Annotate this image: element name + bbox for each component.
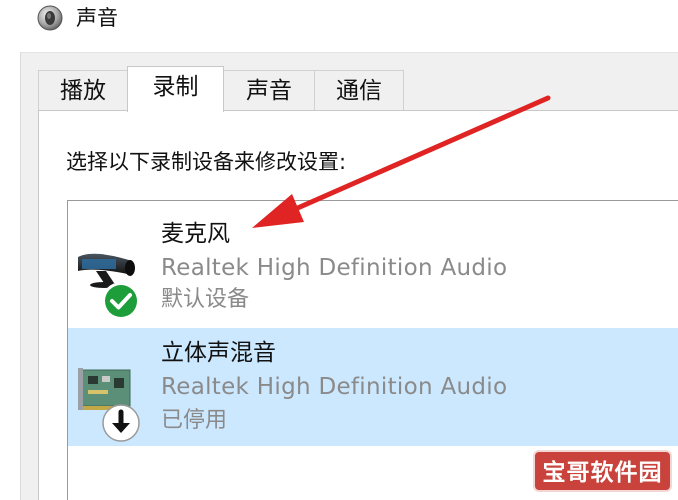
- device-status: 已停用: [161, 408, 228, 433]
- title-bar: 声音: [0, 0, 678, 42]
- tab-playback[interactable]: 播放: [38, 70, 128, 111]
- tab-recording[interactable]: 录制: [127, 66, 224, 112]
- watermark-logo: 宝哥软件园: [533, 450, 672, 492]
- device-driver: Realtek High Definition Audio: [161, 374, 508, 400]
- checkmark-icon: [102, 282, 140, 320]
- disabled-arrow-icon: [102, 404, 140, 442]
- instruction-text: 选择以下录制设备来修改设置:: [66, 150, 347, 174]
- sound-dialog: 声音 播放 录制 声音 通信 选择以下录制设备来修改设置: 麦克风 Realte…: [0, 0, 678, 500]
- tab-sounds[interactable]: 声音: [223, 70, 315, 111]
- device-name: 麦克风: [161, 221, 230, 247]
- window-title: 声音: [76, 6, 118, 30]
- list-item-stereo-mix[interactable]: 立体声混音 Realtek High Definition Audio 已停用: [68, 328, 678, 446]
- device-status: 默认设备: [161, 287, 250, 312]
- device-name: 立体声混音: [161, 340, 276, 366]
- device-driver: Realtek High Definition Audio: [161, 255, 508, 281]
- speaker-icon: [37, 5, 63, 31]
- list-item-microphone[interactable]: 麦克风 Realtek High Definition Audio 默认设备: [68, 209, 678, 327]
- tab-communications[interactable]: 通信: [314, 70, 404, 111]
